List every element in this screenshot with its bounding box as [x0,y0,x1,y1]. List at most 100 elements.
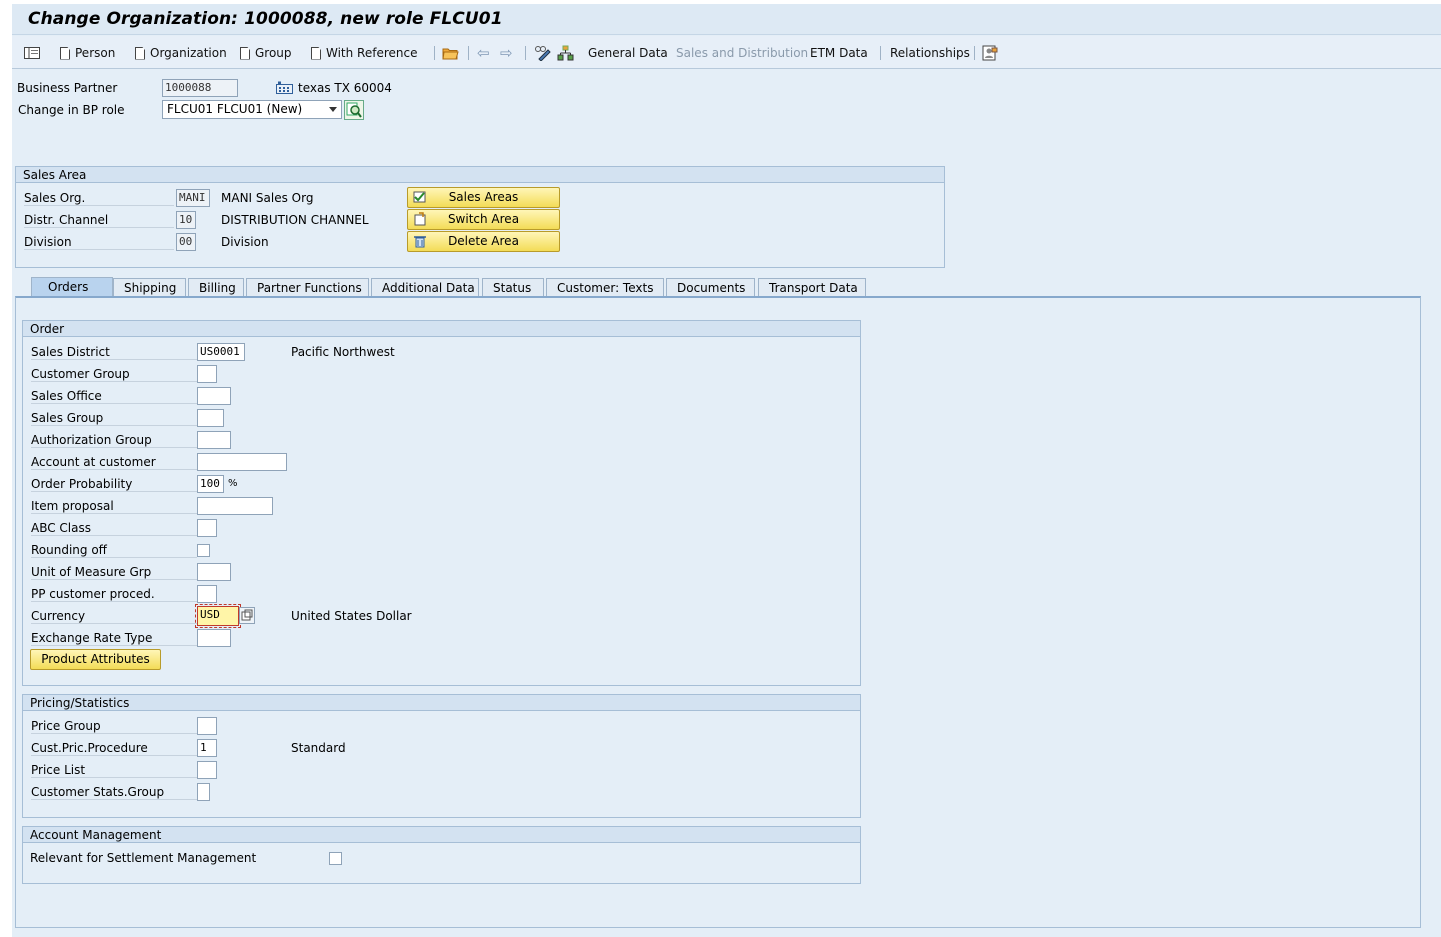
exchange-rate-type-field[interactable] [197,629,231,647]
pricing-statistics-title: Pricing/Statistics [23,695,860,711]
abc-class-label: ABC Class [31,521,197,536]
sales-org-field[interactable]: MANI [176,189,210,207]
group-button[interactable]: Group [240,44,292,62]
bp-role-value: FLCU01 FLCU01 (New) [167,102,303,116]
sales-org-description: MANI Sales Org [221,191,314,205]
switch-icon [413,212,427,226]
authorization-group-label: Authorization Group [31,433,197,448]
item-proposal-field[interactable] [197,497,273,515]
open-folder-icon[interactable] [442,44,459,62]
chevron-down-icon [329,107,337,112]
business-partner-label: Business Partner [17,81,118,95]
organization-button[interactable]: Organization [135,44,227,62]
person-label: Person [75,46,116,60]
currency-label: Currency [31,609,197,624]
relationships-button[interactable]: Relationships [890,44,970,62]
order-probability-field[interactable]: 100 [197,475,224,493]
price-list-field[interactable] [197,761,217,779]
tab-additional-data[interactable]: Additional Data [371,278,479,298]
general-data-button[interactable]: General Data [588,44,668,62]
document-icon [311,46,321,60]
toolbar-separator [974,46,975,60]
settlement-management-label: Relevant for Settlement Management [30,851,257,865]
organization-label: Organization [150,46,227,60]
customer-group-field[interactable] [197,365,217,383]
title-bar: Change Organization: 1000088, new role F… [12,4,1441,35]
account-at-customer-field[interactable] [197,453,287,471]
tab-orders[interactable]: Orders [31,277,113,298]
division-field[interactable]: 00 [176,233,196,251]
pp-customer-proced-label: PP customer proced. [31,587,197,602]
order-probability-unit: % [228,478,238,489]
uom-grp-label: Unit of Measure Grp [31,565,197,580]
role-search-icon[interactable] [344,100,364,120]
bottom-bar [12,929,1441,937]
uom-grp-field[interactable] [197,563,231,581]
sales-group-field[interactable] [197,409,224,427]
order-title: Order [23,321,860,337]
toolbar-separator [468,46,469,60]
sales-district-description: Pacific Northwest [291,345,395,359]
currency-value-help-icon[interactable] [239,607,255,624]
tab-customer-texts[interactable]: Customer: Texts [546,278,664,298]
trash-icon [413,234,427,248]
tab-partner-functions[interactable]: Partner Functions [246,278,369,298]
etm-data-button[interactable]: ETM Data [810,44,868,62]
product-attributes-button[interactable]: Product Attributes [30,649,161,670]
delete-area-button[interactable]: Delete Area [407,231,560,252]
sales-areas-label: Sales Areas [448,190,519,204]
account-at-customer-label: Account at customer [31,455,197,470]
customer-stats-group-field[interactable] [197,783,210,801]
switch-area-button[interactable]: Switch Area [407,209,560,230]
tab-strip: Orders Shipping Billing Partner Function… [15,276,1421,298]
currency-field[interactable]: USD [195,604,241,628]
account-management-title: Account Management [23,827,860,843]
window-title: Change Organization: 1000088, new role F… [28,9,503,29]
price-group-label: Price Group [31,719,197,734]
toolbar-separator [525,46,526,60]
cust-pric-procedure-field[interactable]: 1 [197,739,217,757]
with-reference-button[interactable]: With Reference [311,44,418,62]
authorization-group-field[interactable] [197,431,231,449]
document-icon [240,46,250,60]
document-icon [135,46,145,60]
tab-status[interactable]: Status [482,278,544,298]
bp-role-dropdown[interactable]: FLCU01 FLCU01 (New) [162,100,342,119]
division-label: Division [24,235,174,250]
tab-billing[interactable]: Billing [188,278,244,298]
sales-and-distribution-button[interactable]: Sales and Distribution [676,44,808,62]
sales-office-field[interactable] [197,387,231,405]
pp-customer-proced-field[interactable] [197,585,217,603]
order-probability-label: Order Probability [31,477,197,492]
sales-group-label: Sales Group [31,411,197,426]
delete-area-label: Delete Area [448,234,519,248]
person-button[interactable]: Person [60,44,115,62]
price-group-field[interactable] [197,717,217,735]
division-description: Division [221,235,269,249]
cust-pric-procedure-label: Cust.Pric.Procedure [31,741,197,756]
sales-areas-button[interactable]: Sales Areas [407,187,560,208]
business-partner-field[interactable]: 1000088 [162,79,238,97]
where-used-icon[interactable] [982,44,998,62]
document-icon [60,46,70,60]
change-bp-role-label: Change in BP role [18,103,125,117]
settlement-management-checkbox[interactable] [329,852,342,865]
show-hide-locator-icon[interactable] [24,44,40,62]
application-toolbar: Person Organization Group With Reference… [12,36,1441,69]
distr-channel-field[interactable]: 10 [176,211,196,229]
edit-toggle-icon[interactable] [534,44,551,62]
distr-channel-description: DISTRIBUTION CHANNEL [221,213,369,227]
abc-class-field[interactable] [197,519,217,537]
arrow-left-icon[interactable]: ⇦ [477,44,490,62]
organization-icon [276,81,293,97]
customer-group-label: Customer Group [31,367,197,382]
hierarchy-icon[interactable] [557,44,574,62]
tab-shipping[interactable]: Shipping [113,278,186,298]
arrow-right-icon[interactable]: ⇨ [500,44,513,62]
tab-documents[interactable]: Documents [666,278,755,298]
rounding-off-checkbox[interactable] [197,544,210,557]
sales-district-field[interactable]: US0001 [197,343,245,361]
cust-pric-procedure-description: Standard [291,741,346,755]
tab-transport-data[interactable]: Transport Data [758,278,866,298]
sales-area-title: Sales Area [16,167,944,183]
